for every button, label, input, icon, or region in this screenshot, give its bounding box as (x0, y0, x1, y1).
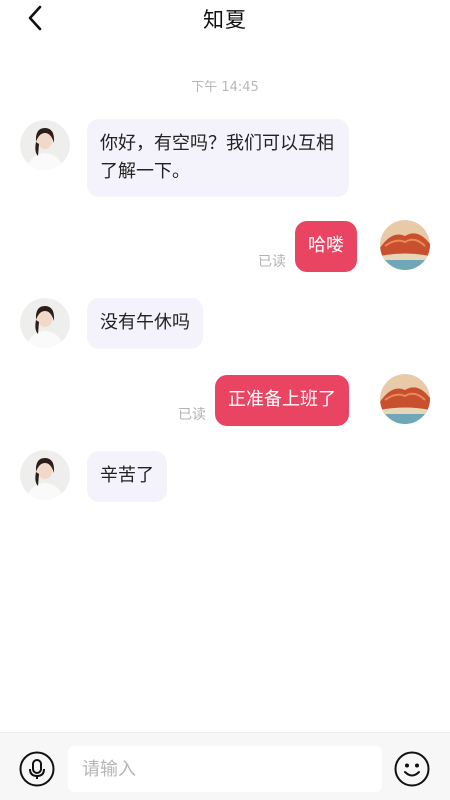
read-receipt: 已读 (178, 407, 206, 423)
message-bubble-outgoing[interactable]: 哈喽 (295, 221, 357, 272)
microphone-icon (19, 751, 55, 787)
message-list[interactable]: 下午 14:45 你好，有空吗？我们可以互相了解一下。 已读 哈喽 没有午休吗 … (0, 40, 450, 732)
message-input[interactable] (68, 746, 382, 792)
contact-avatar[interactable] (20, 450, 70, 500)
contact-avatar-image (20, 450, 70, 500)
input-bar (0, 732, 450, 800)
message-text: 哈喽 (308, 235, 344, 256)
user-avatar[interactable] (380, 374, 430, 424)
chat-header: 知夏 (0, 0, 450, 40)
contact-avatar-image (20, 120, 70, 170)
user-avatar-image (380, 220, 430, 270)
message-bubble-incoming[interactable]: 你好，有空吗？我们可以互相了解一下。 (87, 119, 349, 197)
message-bubble-outgoing[interactable]: 正准备上班了 (215, 375, 349, 426)
message-timestamp: 下午 14:45 (191, 80, 259, 95)
message-text: 没有午休吗 (100, 312, 190, 333)
user-avatar[interactable] (380, 220, 430, 270)
emoji-icon (394, 751, 430, 787)
read-receipt: 已读 (258, 254, 286, 270)
emoji-button[interactable] (394, 751, 430, 787)
contact-avatar[interactable] (20, 298, 70, 348)
message-text: 你好，有空吗？我们可以互相了解一下。 (100, 133, 334, 182)
voice-input-button[interactable] (19, 751, 55, 787)
contact-avatar-image (20, 298, 70, 348)
message-bubble-incoming[interactable]: 没有午休吗 (87, 298, 203, 349)
message-bubble-incoming[interactable]: 辛苦了 (87, 451, 167, 502)
user-avatar-image (380, 374, 430, 424)
message-text: 辛苦了 (100, 465, 154, 486)
contact-avatar[interactable] (20, 120, 70, 170)
chat-title: 知夏 (203, 8, 247, 32)
message-text: 正准备上班了 (228, 389, 336, 410)
